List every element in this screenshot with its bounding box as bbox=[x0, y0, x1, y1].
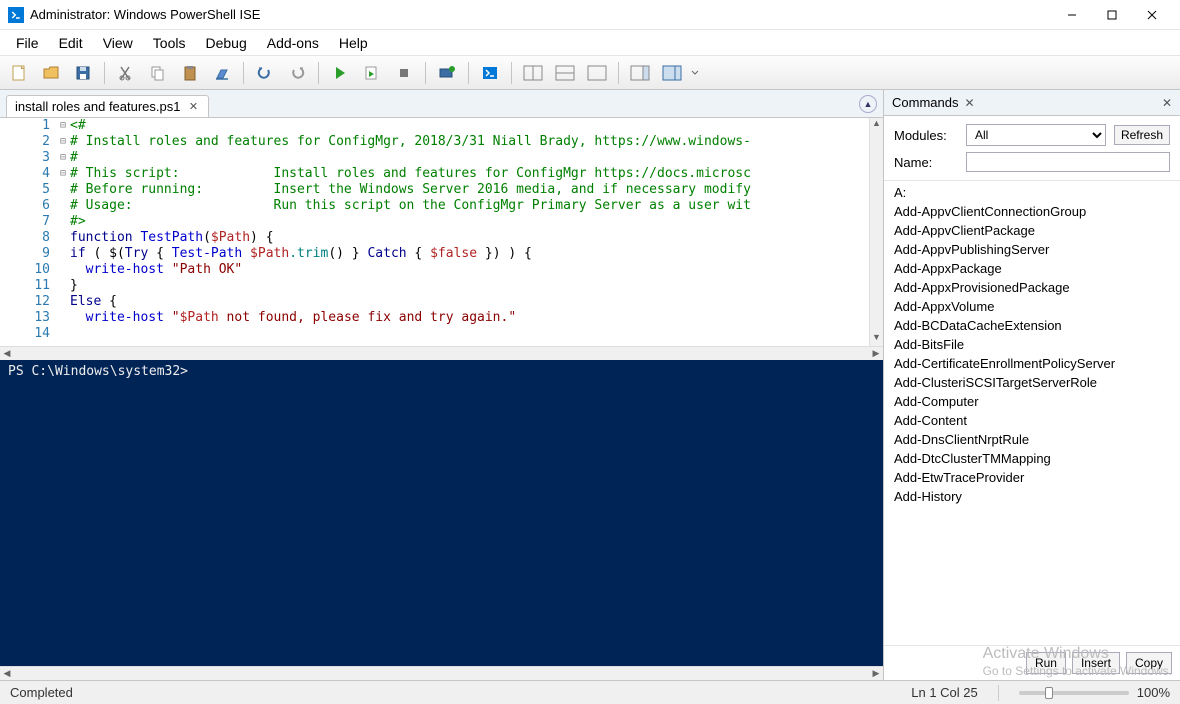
open-icon[interactable] bbox=[36, 59, 66, 87]
commands-list[interactable]: A:Add-AppvClientConnectionGroupAdd-AppvC… bbox=[884, 181, 1180, 645]
statusbar: Completed Ln 1 Col 25 100% bbox=[0, 680, 1180, 704]
tab-script[interactable]: install roles and features.ps1 ✕ bbox=[6, 95, 209, 117]
close-button[interactable] bbox=[1132, 1, 1172, 29]
copy-icon[interactable] bbox=[143, 59, 173, 87]
refresh-button[interactable]: Refresh bbox=[1114, 125, 1170, 145]
list-item[interactable]: Add-BitsFile bbox=[884, 335, 1180, 354]
titlebar: Administrator: Windows PowerShell ISE bbox=[0, 0, 1180, 30]
show-command-addon-icon[interactable] bbox=[657, 59, 687, 87]
layout-1-icon[interactable] bbox=[518, 59, 548, 87]
commands-panel-close-icon[interactable]: ✕ bbox=[1162, 96, 1172, 110]
app-icon bbox=[8, 7, 24, 23]
console[interactable]: PS C:\Windows\system32> bbox=[0, 360, 883, 666]
collapse-script-pane-icon[interactable]: ▲ bbox=[859, 95, 877, 113]
list-item[interactable]: Add-History bbox=[884, 487, 1180, 506]
new-remote-icon[interactable] bbox=[432, 59, 462, 87]
menu-tools[interactable]: Tools bbox=[143, 32, 196, 54]
list-item[interactable]: Add-Content bbox=[884, 411, 1180, 430]
menu-file[interactable]: File bbox=[6, 32, 49, 54]
tab-close-icon[interactable]: ✕ bbox=[186, 100, 200, 114]
cut-icon[interactable] bbox=[111, 59, 141, 87]
list-item[interactable]: A: bbox=[884, 183, 1180, 202]
run-icon[interactable] bbox=[325, 59, 355, 87]
stop-icon[interactable] bbox=[389, 59, 419, 87]
save-icon[interactable] bbox=[68, 59, 98, 87]
modules-label: Modules: bbox=[894, 128, 958, 143]
line-numbers: 1234567891011121314 bbox=[0, 118, 56, 346]
editor-vscroll[interactable]: ▲▼ bbox=[869, 118, 883, 346]
list-item[interactable]: Add-EtwTraceProvider bbox=[884, 468, 1180, 487]
new-icon[interactable] bbox=[4, 59, 34, 87]
insert-button[interactable]: Insert bbox=[1072, 652, 1120, 674]
list-item[interactable]: Add-AppxVolume bbox=[884, 297, 1180, 316]
copy-button[interactable]: Copy bbox=[1126, 652, 1172, 674]
console-hscroll[interactable]: ◀▶ bbox=[0, 666, 883, 680]
minimize-button[interactable] bbox=[1052, 1, 1092, 29]
modules-select[interactable]: All bbox=[966, 124, 1106, 146]
menu-help[interactable]: Help bbox=[329, 32, 378, 54]
list-item[interactable]: Add-AppvClientPackage bbox=[884, 221, 1180, 240]
run-button[interactable]: Run bbox=[1026, 652, 1066, 674]
tab-label: install roles and features.ps1 bbox=[15, 99, 180, 114]
paste-icon[interactable] bbox=[175, 59, 205, 87]
editor-hscroll[interactable]: ◀▶ bbox=[0, 346, 883, 360]
toolbar bbox=[0, 56, 1180, 90]
status-left: Completed bbox=[10, 685, 73, 700]
powershell-icon[interactable] bbox=[475, 59, 505, 87]
zoom-percent: 100% bbox=[1137, 685, 1170, 700]
list-item[interactable]: Add-ClusteriSCSITargetServerRole bbox=[884, 373, 1180, 392]
toolbar-overflow-icon[interactable] bbox=[689, 59, 701, 87]
status-position: Ln 1 Col 25 bbox=[911, 685, 978, 700]
name-input[interactable] bbox=[966, 152, 1170, 172]
name-label: Name: bbox=[894, 155, 958, 170]
commands-panel: Commands ✕ ✕ Modules: All Refresh Name: … bbox=[884, 90, 1180, 680]
redo-icon[interactable] bbox=[282, 59, 312, 87]
menu-debug[interactable]: Debug bbox=[195, 32, 256, 54]
commands-title: Commands bbox=[892, 95, 958, 110]
menu-view[interactable]: View bbox=[93, 32, 143, 54]
layout-2-icon[interactable] bbox=[550, 59, 580, 87]
code-area[interactable]: <## Install roles and features for Confi… bbox=[70, 118, 869, 346]
window-title: Administrator: Windows PowerShell ISE bbox=[30, 7, 1052, 22]
list-item[interactable]: Add-DnsClientNrptRule bbox=[884, 430, 1180, 449]
layout-3-icon[interactable] bbox=[582, 59, 612, 87]
menubar: File Edit View Tools Debug Add-ons Help bbox=[0, 30, 1180, 56]
menu-addons[interactable]: Add-ons bbox=[257, 32, 329, 54]
commands-tab-close-icon[interactable]: ✕ bbox=[964, 96, 974, 110]
undo-icon[interactable] bbox=[250, 59, 280, 87]
list-item[interactable]: Add-BCDataCacheExtension bbox=[884, 316, 1180, 335]
list-item[interactable]: Add-Computer bbox=[884, 392, 1180, 411]
run-selection-icon[interactable] bbox=[357, 59, 387, 87]
list-item[interactable]: Add-AppxPackage bbox=[884, 259, 1180, 278]
list-item[interactable]: Add-AppxProvisionedPackage bbox=[884, 278, 1180, 297]
list-item[interactable]: Add-AppvClientConnectionGroup bbox=[884, 202, 1180, 221]
list-item[interactable]: Add-DtcClusterTMMapping bbox=[884, 449, 1180, 468]
maximize-button[interactable] bbox=[1092, 1, 1132, 29]
clear-icon[interactable] bbox=[207, 59, 237, 87]
fold-column[interactable]: ⊟⊟⊟⊟ bbox=[56, 118, 70, 346]
editor-tabs: install roles and features.ps1 ✕ ▲ bbox=[0, 90, 883, 118]
menu-edit[interactable]: Edit bbox=[49, 32, 93, 54]
console-prompt: PS C:\Windows\system32> bbox=[8, 364, 188, 379]
list-item[interactable]: Add-CertificateEnrollmentPolicyServer bbox=[884, 354, 1180, 373]
list-item[interactable]: Add-AppvPublishingServer bbox=[884, 240, 1180, 259]
editor[interactable]: 1234567891011121314 ⊟⊟⊟⊟ <## Install rol… bbox=[0, 118, 883, 346]
zoom-slider[interactable] bbox=[1019, 691, 1129, 695]
show-command-icon[interactable] bbox=[625, 59, 655, 87]
